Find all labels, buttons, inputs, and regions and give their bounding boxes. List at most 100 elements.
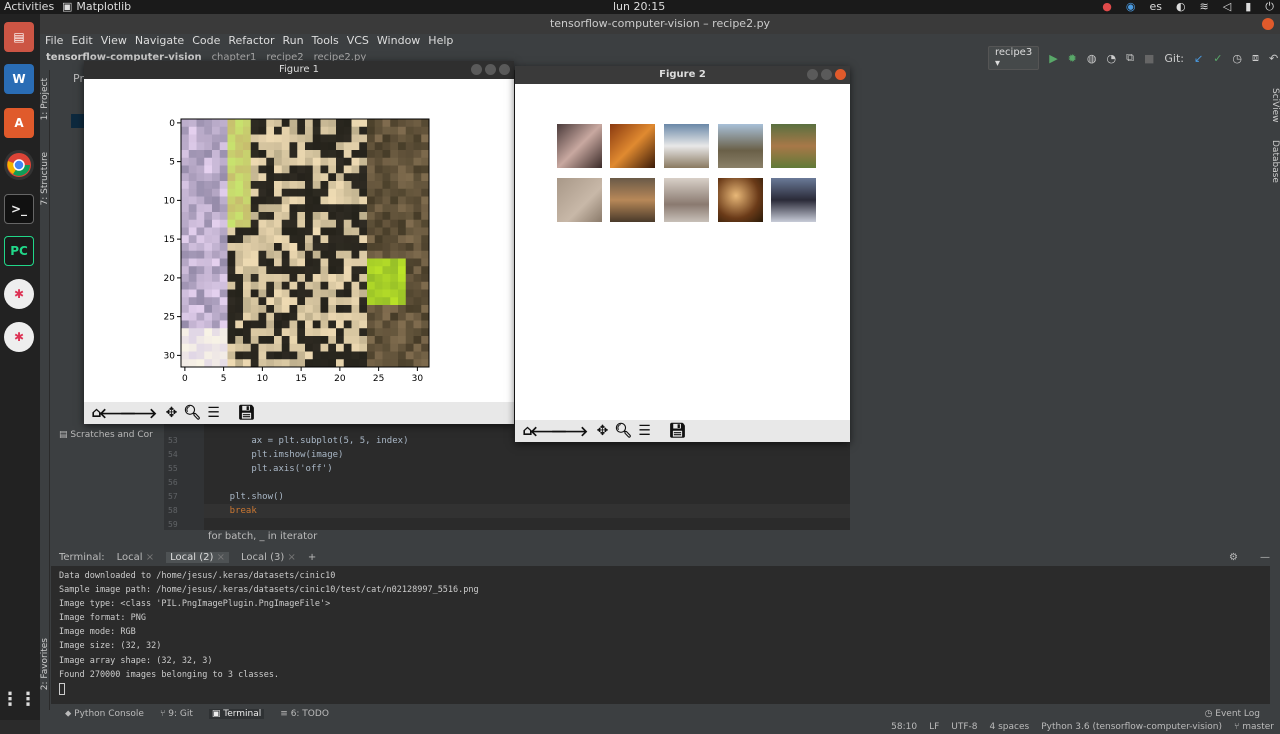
project-pane-title[interactable]: Pr [73,72,84,85]
battery-icon[interactable]: ▮ [1245,0,1251,14]
code-line[interactable]: plt.show() [208,492,284,502]
code-line[interactable]: break [208,506,257,516]
forward-icon[interactable]: 🡒 [551,423,589,440]
menu-tools[interactable]: Tools [312,34,339,48]
tab-local-3[interactable]: Local (3) × [241,552,296,563]
forward-icon[interactable]: 🡒 [120,405,158,422]
figure-2-canvas[interactable] [515,84,850,420]
menu-navigate[interactable]: Navigate [135,34,184,48]
close-icon[interactable] [499,64,510,75]
figure-1-canvas[interactable]: 0 5 10 15 20 25 30 0 5 10 15 20 25 30 [84,79,514,399]
writer-icon[interactable]: W [4,64,34,94]
maximize-icon[interactable] [485,64,496,75]
git-branch[interactable]: ⑂ master [1234,722,1274,732]
menu-code[interactable]: Code [192,34,220,48]
menu-edit[interactable]: Edit [71,34,92,48]
chrome-icon[interactable] [4,150,34,180]
menu-help[interactable]: Help [428,34,453,48]
subplots-icon[interactable]: ☰ [205,405,222,422]
code-breadcrumb[interactable]: for batch, _ in iterator [208,531,317,542]
pan-icon[interactable]: ✥ [163,405,180,422]
concurrency-icon[interactable]: ⧉ [1126,51,1134,65]
python-console-tab[interactable]: ⬥ Python Console [65,709,144,719]
save-icon[interactable]: 💾︎ [238,405,256,422]
menu-refactor[interactable]: Refactor [228,34,274,48]
files-icon[interactable]: ▤ [4,22,34,52]
close-icon[interactable] [835,69,846,80]
app-menu[interactable]: ▣ Matplotlib [62,0,131,14]
debug-icon[interactable]: ✹ [1068,52,1077,65]
tab-local[interactable]: Local × [117,552,155,563]
line-separator[interactable]: LF [929,722,939,732]
language-indicator[interactable]: es [1149,0,1162,14]
matplotlib-window-icon-1[interactable]: ✱ [4,279,34,309]
project-tool-tab[interactable]: 1: Project [40,78,50,120]
clock[interactable]: lun 20:15 [613,0,665,14]
sciview-tool-tab[interactable]: SciView [1270,88,1280,123]
minimize-icon[interactable] [807,69,818,80]
interpreter-label[interactable]: Python 3.6 (tensorflow-computer-vision) [1041,722,1222,732]
close-icon[interactable]: × [217,552,225,563]
notification-icon[interactable]: ● [1102,0,1112,14]
close-icon[interactable]: × [146,552,154,563]
save-icon[interactable]: 💾︎ [669,423,687,440]
git-compare-icon[interactable]: ⧈ [1252,51,1259,65]
code-line[interactable]: ax = plt.subplot(5, 5, index) [208,436,408,446]
git-tab[interactable]: ⑂ 9: Git [160,709,193,719]
database-tool-tab[interactable]: Database [1270,140,1280,183]
code-line[interactable]: plt.axis('off') [208,464,332,474]
messaging-icon[interactable]: ◉ [1126,0,1136,14]
gear-icon[interactable]: ⚙ [1229,552,1238,563]
activities-button[interactable]: Activities [4,0,54,14]
tab-local-2[interactable]: Local (2) × [166,551,229,563]
indent-setting[interactable]: 4 spaces [990,722,1030,732]
scratches-item[interactable]: ▤ Scratches and Cor [59,430,153,440]
add-tab-button[interactable]: + [308,552,316,563]
maximize-icon[interactable] [821,69,832,80]
figure-2-titlebar[interactable]: Figure 2 [515,66,850,84]
git-commit-icon[interactable]: ✓ [1213,52,1222,65]
structure-tool-tab[interactable]: 7: Structure [40,152,50,206]
menu-file[interactable]: File [45,34,63,48]
menu-run[interactable]: Run [283,34,304,48]
software-center-icon[interactable]: A [4,108,34,138]
run-icon[interactable]: ▶ [1049,52,1057,65]
close-icon[interactable]: × [287,552,295,563]
power-icon[interactable]: ⏻ [1265,0,1274,14]
git-history-icon[interactable]: ◷ [1232,52,1242,65]
event-log-tab[interactable]: ◷ Event Log [1205,709,1260,719]
close-icon[interactable] [1262,18,1274,33]
wifi-icon[interactable]: ≋ [1200,0,1209,14]
terminal-app-icon[interactable]: >_ [4,194,34,224]
run-config-select[interactable]: recipe3 ▾ [988,46,1040,70]
zoom-icon[interactable]: 🔍︎ [184,405,202,422]
image-pixel [181,297,190,306]
favorites-tool-tab[interactable]: 2: Favorites [40,638,50,690]
stop-icon[interactable]: ■ [1144,52,1154,65]
menu-window[interactable]: Window [377,34,420,48]
zoom-icon[interactable]: 🔍︎ [615,423,633,440]
night-light-icon[interactable]: ◐ [1176,0,1186,14]
caret-position[interactable]: 58:10 [891,722,917,732]
matplotlib-window-icon-2[interactable]: ✱ [4,322,34,352]
pycharm-icon[interactable]: PC [4,236,34,266]
minimize-icon[interactable] [471,64,482,75]
subplots-icon[interactable]: ☰ [636,423,653,440]
menu-view[interactable]: View [101,34,127,48]
pan-icon[interactable]: ✥ [594,423,611,440]
profile-icon[interactable]: ◔ [1106,52,1116,65]
show-applications-icon[interactable]: ⋮⋮ [1,684,37,714]
figure-1-titlebar[interactable]: Figure 1 [84,61,514,79]
undo-icon[interactable]: ↶ [1269,52,1278,65]
minimize-icon[interactable]: — [1260,552,1270,563]
coverage-icon[interactable]: ◍ [1087,52,1097,65]
todo-tab[interactable]: ≡ 6: TODO [280,709,329,719]
terminal-output[interactable]: Data downloaded to /home/jesus/.keras/da… [51,566,1270,704]
volume-icon[interactable]: ◁ [1223,0,1231,14]
image-pixel [312,289,321,298]
code-line[interactable]: plt.imshow(image) [208,450,343,460]
git-update-icon[interactable]: ↙ [1194,52,1203,65]
terminal-tab[interactable]: ▣ Terminal [208,709,265,719]
file-encoding[interactable]: UTF-8 [951,722,977,732]
menu-vcs[interactable]: VCS [347,34,369,48]
